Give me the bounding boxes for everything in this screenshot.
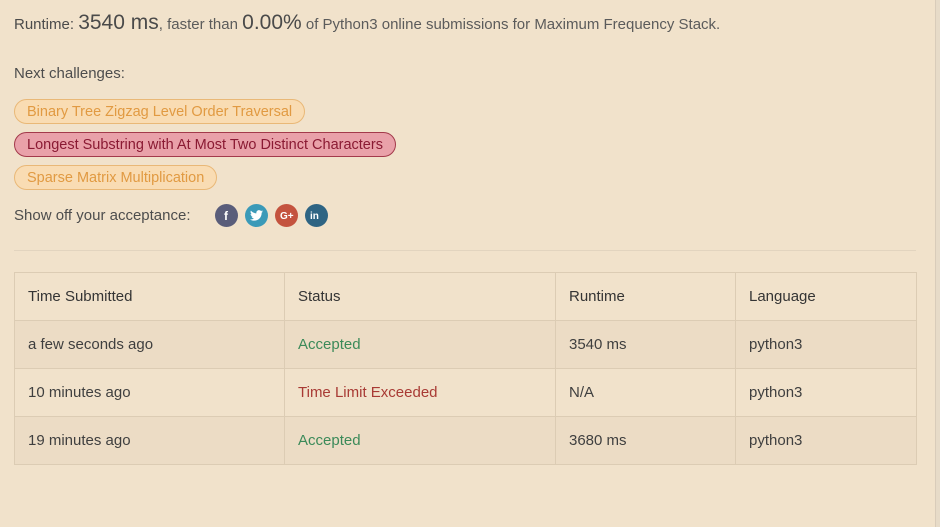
cell-runtime: 3680 ms [555, 416, 736, 465]
cell-language: python3 [735, 320, 917, 369]
svg-text:f: f [224, 209, 229, 222]
share-label: Show off your acceptance: [14, 207, 191, 224]
runtime-label: Runtime: [14, 16, 75, 33]
header-language: Language [735, 272, 917, 321]
challenge-chip-sparse-matrix[interactable]: Sparse Matrix Multiplication [14, 165, 218, 190]
table-row: 10 minutes ago Time Limit Exceeded N/A p… [14, 368, 917, 417]
challenge-chip-longest-substring[interactable]: Longest Substring with At Most Two Disti… [14, 132, 396, 157]
linkedin-icon[interactable]: in [304, 204, 328, 227]
header-runtime: Runtime [555, 272, 736, 321]
status-link[interactable]: Time Limit Exceeded [298, 384, 438, 401]
facebook-icon[interactable]: f [214, 204, 238, 227]
status-link[interactable]: Accepted [298, 432, 361, 449]
svg-text:in: in [310, 211, 319, 221]
cell-runtime: 3540 ms [555, 320, 736, 369]
cell-status: Accepted [284, 320, 556, 369]
challenge-chip-binary-tree-zigzag[interactable]: Binary Tree Zigzag Level Order Traversal [14, 99, 306, 124]
cell-runtime: N/A [555, 368, 736, 417]
runtime-summary: Runtime: 3540 ms, faster than 0.00% of P… [14, 11, 720, 35]
table-header-row: Time Submitted Status Runtime Language [14, 272, 917, 321]
faster-than-text: , faster than [158, 16, 238, 33]
share-row: Show off your acceptance: f G+ in [14, 204, 335, 227]
cell-status: Time Limit Exceeded [284, 368, 556, 417]
svg-text:G+: G+ [280, 211, 294, 221]
status-link[interactable]: Accepted [298, 336, 361, 353]
runtime-value: 3540 ms [78, 11, 159, 34]
divider [14, 250, 916, 251]
google-plus-icon[interactable]: G+ [274, 204, 298, 227]
runtime-suffix: of Python3 online submissions for Maximu… [305, 16, 721, 33]
table-row: a few seconds ago Accepted 3540 ms pytho… [14, 320, 917, 369]
header-time-submitted: Time Submitted [14, 272, 285, 321]
next-challenges-label: Next challenges: [14, 65, 125, 82]
cell-time: 10 minutes ago [14, 368, 285, 417]
cell-status: Accepted [284, 416, 556, 465]
cell-language: python3 [735, 368, 917, 417]
cell-time: 19 minutes ago [14, 416, 285, 465]
table-row: 19 minutes ago Accepted 3680 ms python3 [14, 416, 917, 465]
runtime-percent: 0.00% [242, 11, 302, 34]
twitter-icon[interactable] [244, 204, 268, 227]
submissions-table: Time Submitted Status Runtime Language a… [14, 272, 917, 465]
cell-time: a few seconds ago [14, 320, 285, 369]
header-status: Status [284, 272, 556, 321]
scrollbar[interactable] [935, 0, 940, 527]
cell-language: python3 [735, 416, 917, 465]
